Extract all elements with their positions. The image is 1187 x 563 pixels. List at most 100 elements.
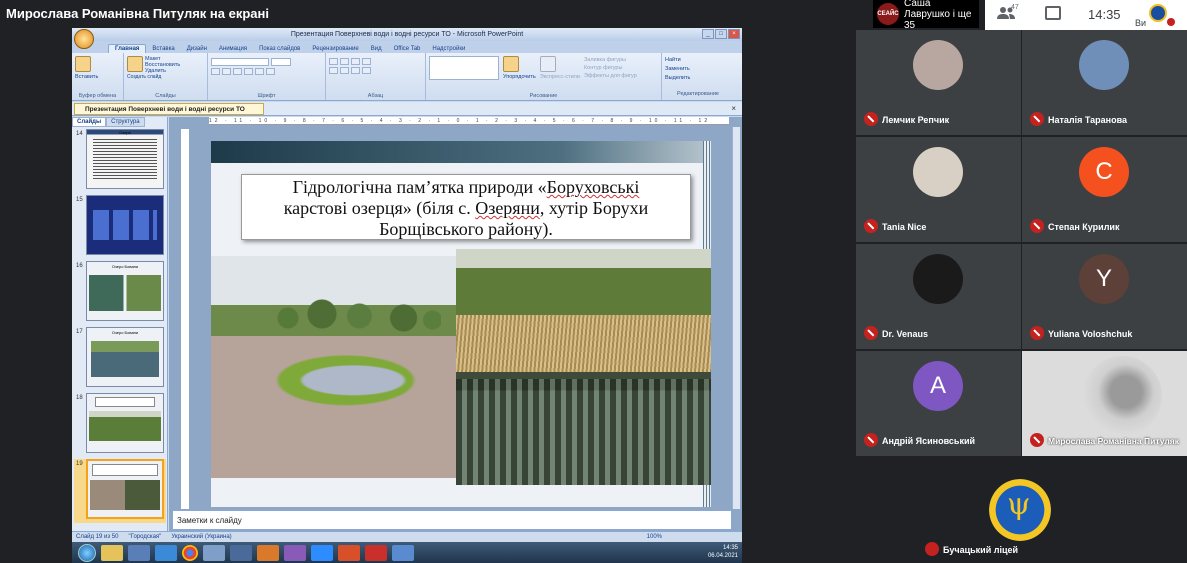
viber-icon[interactable] — [284, 544, 306, 561]
shapes-gallery[interactable] — [429, 56, 499, 80]
presenting-pill[interactable]: СЕАЙС Саша Лаврушко і ще 35 — [873, 0, 979, 31]
slide-thumbnail[interactable]: 17 Озеро Бовани — [74, 327, 166, 391]
new-slide-icon[interactable] — [127, 56, 143, 72]
paste-button[interactable]: Вставить — [75, 74, 120, 80]
italic-button[interactable] — [222, 68, 231, 75]
participant-tile[interactable]: Tania Nice — [856, 137, 1021, 242]
indent-more-button[interactable] — [362, 58, 371, 65]
bullets-button[interactable] — [329, 58, 338, 65]
vertical-scrollbar[interactable] — [732, 127, 740, 509]
shadow-button[interactable] — [255, 68, 264, 75]
lake-photo-left — [211, 256, 456, 478]
participant-tile[interactable]: Лемчик Репчик — [856, 30, 1021, 135]
shape-outline-button[interactable]: Контур фигуры — [584, 64, 637, 72]
title-underlined-1: Боруховські — [546, 177, 640, 197]
align-center-button[interactable] — [340, 67, 349, 74]
numbering-button[interactable] — [340, 58, 349, 65]
replace-button[interactable]: Заменить — [665, 65, 731, 74]
tab-review[interactable]: Рецензирование — [306, 45, 364, 53]
shape-fill-button[interactable]: Заливка фигуры — [584, 56, 637, 64]
paste-icon[interactable] — [75, 56, 91, 72]
justify-button[interactable] — [362, 67, 371, 74]
align-left-button[interactable] — [329, 67, 338, 74]
volume-icon[interactable] — [203, 544, 225, 561]
app-icon[interactable] — [257, 544, 279, 561]
quick-styles-icon[interactable] — [539, 56, 556, 72]
zoom-level[interactable]: 100% — [647, 532, 662, 542]
font-color-button[interactable] — [266, 68, 275, 75]
people-button[interactable]: 47 — [997, 4, 1019, 22]
participant-tile[interactable]: Наталія Таранова — [1022, 30, 1187, 135]
tab-design[interactable]: Дизайн — [181, 45, 213, 53]
arrange-icon[interactable] — [503, 56, 519, 72]
participant-tile[interactable]: A Андрій Ясиновський — [856, 351, 1021, 456]
mic-off-icon — [864, 433, 878, 447]
tab-office-tab[interactable]: Office Tab — [388, 45, 427, 53]
chrome-icon[interactable] — [182, 544, 198, 561]
mic-off-icon — [1030, 326, 1044, 340]
tab-slideshow[interactable]: Показ слайдов — [253, 45, 306, 53]
thumbnail-number: 18 — [76, 395, 83, 401]
arrange-button[interactable]: Упорядочить — [503, 74, 536, 80]
close-button[interactable]: × — [728, 29, 740, 39]
slide-thumbnail[interactable]: 16 Озеро Бовани — [74, 261, 166, 325]
media-icon[interactable] — [128, 544, 150, 561]
indent-less-button[interactable] — [351, 58, 360, 65]
zoom-icon[interactable] — [311, 544, 333, 561]
window-buttons: _ □ × — [702, 29, 740, 39]
tab-addins[interactable]: Надстройки — [426, 45, 471, 53]
shared-screen-powerpoint: Презентация Поверхневі води і водні ресу… — [72, 28, 742, 563]
tab-insert[interactable]: Вставка — [146, 45, 180, 53]
participant-tile[interactable]: Y Yuliana Voloshchuk — [1022, 244, 1187, 349]
pdf-icon[interactable] — [365, 544, 387, 561]
select-button[interactable]: Выделить — [665, 74, 731, 83]
participant-tile[interactable]: Бучацький ліцей — [917, 457, 1125, 563]
tab-outline[interactable]: Структура — [106, 117, 145, 127]
ie-icon[interactable] — [155, 544, 177, 561]
slide-thumbnail[interactable]: 14 Озера — [74, 129, 166, 193]
explorer-icon[interactable] — [101, 544, 123, 561]
slide-title[interactable]: Гідрологічна пам’ятка природи «Боруховсь… — [241, 174, 691, 240]
find-button[interactable]: Найти — [665, 56, 731, 65]
participant-tile[interactable]: Dr. Venaus — [856, 244, 1021, 349]
slide-thumbnail-selected[interactable]: 19 — [74, 459, 166, 523]
bold-button[interactable] — [211, 68, 220, 75]
app-icon[interactable] — [392, 544, 414, 561]
presenter-logo-icon: СЕАЙС — [877, 3, 899, 25]
powerpoint-icon[interactable] — [338, 544, 360, 561]
tab-view[interactable]: Вид — [365, 45, 388, 53]
font-name-select[interactable] — [211, 58, 269, 66]
meeting-clock: 14:35 — [1088, 7, 1121, 22]
group-font-label: Шрифт — [257, 93, 276, 99]
chat-icon[interactable] — [1045, 6, 1061, 20]
group-paragraph: Абзац — [326, 53, 426, 100]
tab-slides[interactable]: Слайды — [72, 117, 107, 127]
start-button-icon[interactable] — [78, 543, 96, 562]
align-right-button[interactable] — [351, 67, 360, 74]
strike-button[interactable] — [244, 68, 253, 75]
slide-thumbnail[interactable]: 15 — [74, 195, 166, 259]
participant-tile[interactable]: C Степан Курилик — [1022, 137, 1187, 242]
new-slide-button[interactable]: Создать слайд — [127, 74, 204, 80]
notes-pane[interactable]: Заметки к слайду — [172, 510, 732, 530]
mic-off-icon — [864, 112, 878, 126]
participant-tile-presenter[interactable]: Мирослава Романівна Питуляк — [1022, 351, 1187, 456]
thumbnail-label: Озеро Бовани — [111, 330, 139, 335]
participant-name: Dr. Venaus — [882, 329, 929, 339]
shape-effects-button[interactable]: Эффекты для фигур — [584, 72, 637, 80]
document-tab[interactable]: Презентация Поверхневі води і водні ресу… — [74, 103, 264, 115]
quick-styles-button[interactable]: Экспресс-стили — [540, 74, 580, 80]
participant-name: Бучацький ліцей — [943, 545, 1019, 555]
maximize-button[interactable]: □ — [715, 29, 727, 39]
tab-animation[interactable]: Анимация — [213, 45, 253, 53]
minimize-button[interactable]: _ — [702, 29, 714, 39]
app-icon[interactable] — [230, 544, 252, 561]
font-size-select[interactable] — [271, 58, 291, 66]
office-button-icon[interactable] — [74, 29, 94, 49]
current-slide[interactable]: Гідрологічна пам’ятка природи «Боруховсь… — [211, 141, 711, 507]
self-view[interactable]: Ви — [1135, 0, 1175, 30]
underline-button[interactable] — [233, 68, 242, 75]
slide-thumbnail[interactable]: 18 — [74, 393, 166, 457]
tab-home[interactable]: Главная — [108, 44, 147, 53]
document-close-icon[interactable]: × — [731, 104, 736, 113]
